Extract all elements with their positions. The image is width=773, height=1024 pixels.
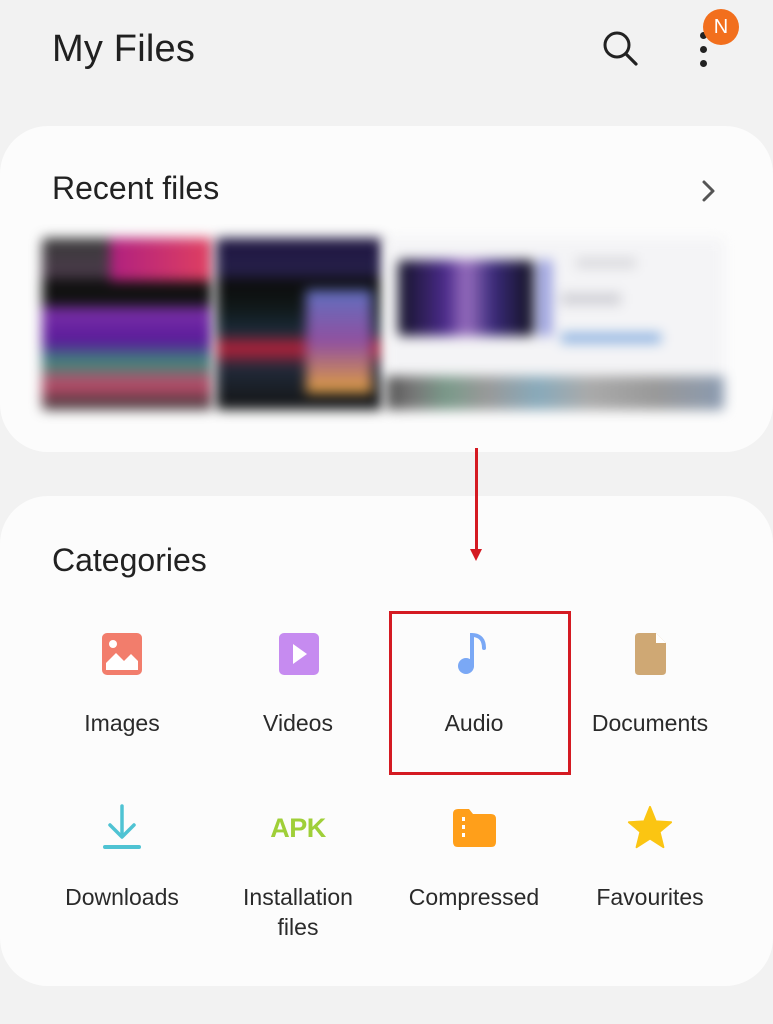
download-icon bbox=[98, 804, 146, 852]
apk-icon-text: APK bbox=[270, 813, 326, 844]
categories-title: Categories bbox=[52, 542, 207, 579]
category-downloads[interactable]: Downloads bbox=[34, 780, 210, 930]
recent-files-more-button[interactable] bbox=[694, 176, 724, 206]
category-label: Videos bbox=[210, 708, 386, 738]
image-icon bbox=[98, 630, 146, 678]
category-label: Documents bbox=[562, 708, 738, 738]
category-label: Downloads bbox=[34, 882, 210, 912]
category-compressed[interactable]: Compressed bbox=[386, 780, 562, 930]
more-dot bbox=[700, 46, 707, 53]
star-icon bbox=[626, 804, 674, 852]
recent-files-title: Recent files bbox=[52, 170, 219, 207]
category-label: Images bbox=[34, 708, 210, 738]
recent-thumbnail-1[interactable] bbox=[42, 238, 212, 410]
page-title: My Files bbox=[52, 28, 195, 71]
notification-badge: N bbox=[703, 9, 739, 45]
category-installation-files[interactable]: APK Installation files bbox=[210, 780, 386, 930]
annotation-arrow bbox=[475, 448, 478, 552]
recent-thumbnail-2[interactable] bbox=[216, 238, 382, 410]
annotation-arrow-head bbox=[470, 549, 482, 561]
category-videos[interactable]: Videos bbox=[210, 606, 386, 756]
search-button[interactable] bbox=[598, 26, 642, 70]
category-favourites[interactable]: Favourites bbox=[562, 780, 738, 930]
more-dot bbox=[700, 60, 707, 67]
search-icon bbox=[598, 26, 642, 70]
category-label: Favourites bbox=[562, 882, 738, 912]
app-header: My Files N bbox=[0, 0, 773, 110]
category-label: Installation files bbox=[210, 882, 386, 942]
category-documents[interactable]: Documents bbox=[562, 606, 738, 756]
recent-thumbnails bbox=[42, 238, 728, 410]
video-icon bbox=[274, 630, 322, 678]
categories-card: Categories Images Videos bbox=[0, 496, 773, 986]
recent-files-card: Recent files bbox=[0, 126, 773, 452]
category-images[interactable]: Images bbox=[34, 606, 210, 756]
category-label: Compressed bbox=[386, 882, 562, 912]
chevron-right-icon bbox=[694, 176, 724, 206]
category-audio[interactable]: Audio bbox=[386, 606, 562, 756]
category-label: Audio bbox=[386, 708, 562, 738]
compressed-folder-icon bbox=[450, 804, 498, 852]
document-icon bbox=[626, 630, 674, 678]
recent-thumbnail-3[interactable] bbox=[386, 238, 724, 410]
music-note-icon bbox=[450, 630, 498, 678]
apk-icon: APK bbox=[274, 804, 322, 852]
